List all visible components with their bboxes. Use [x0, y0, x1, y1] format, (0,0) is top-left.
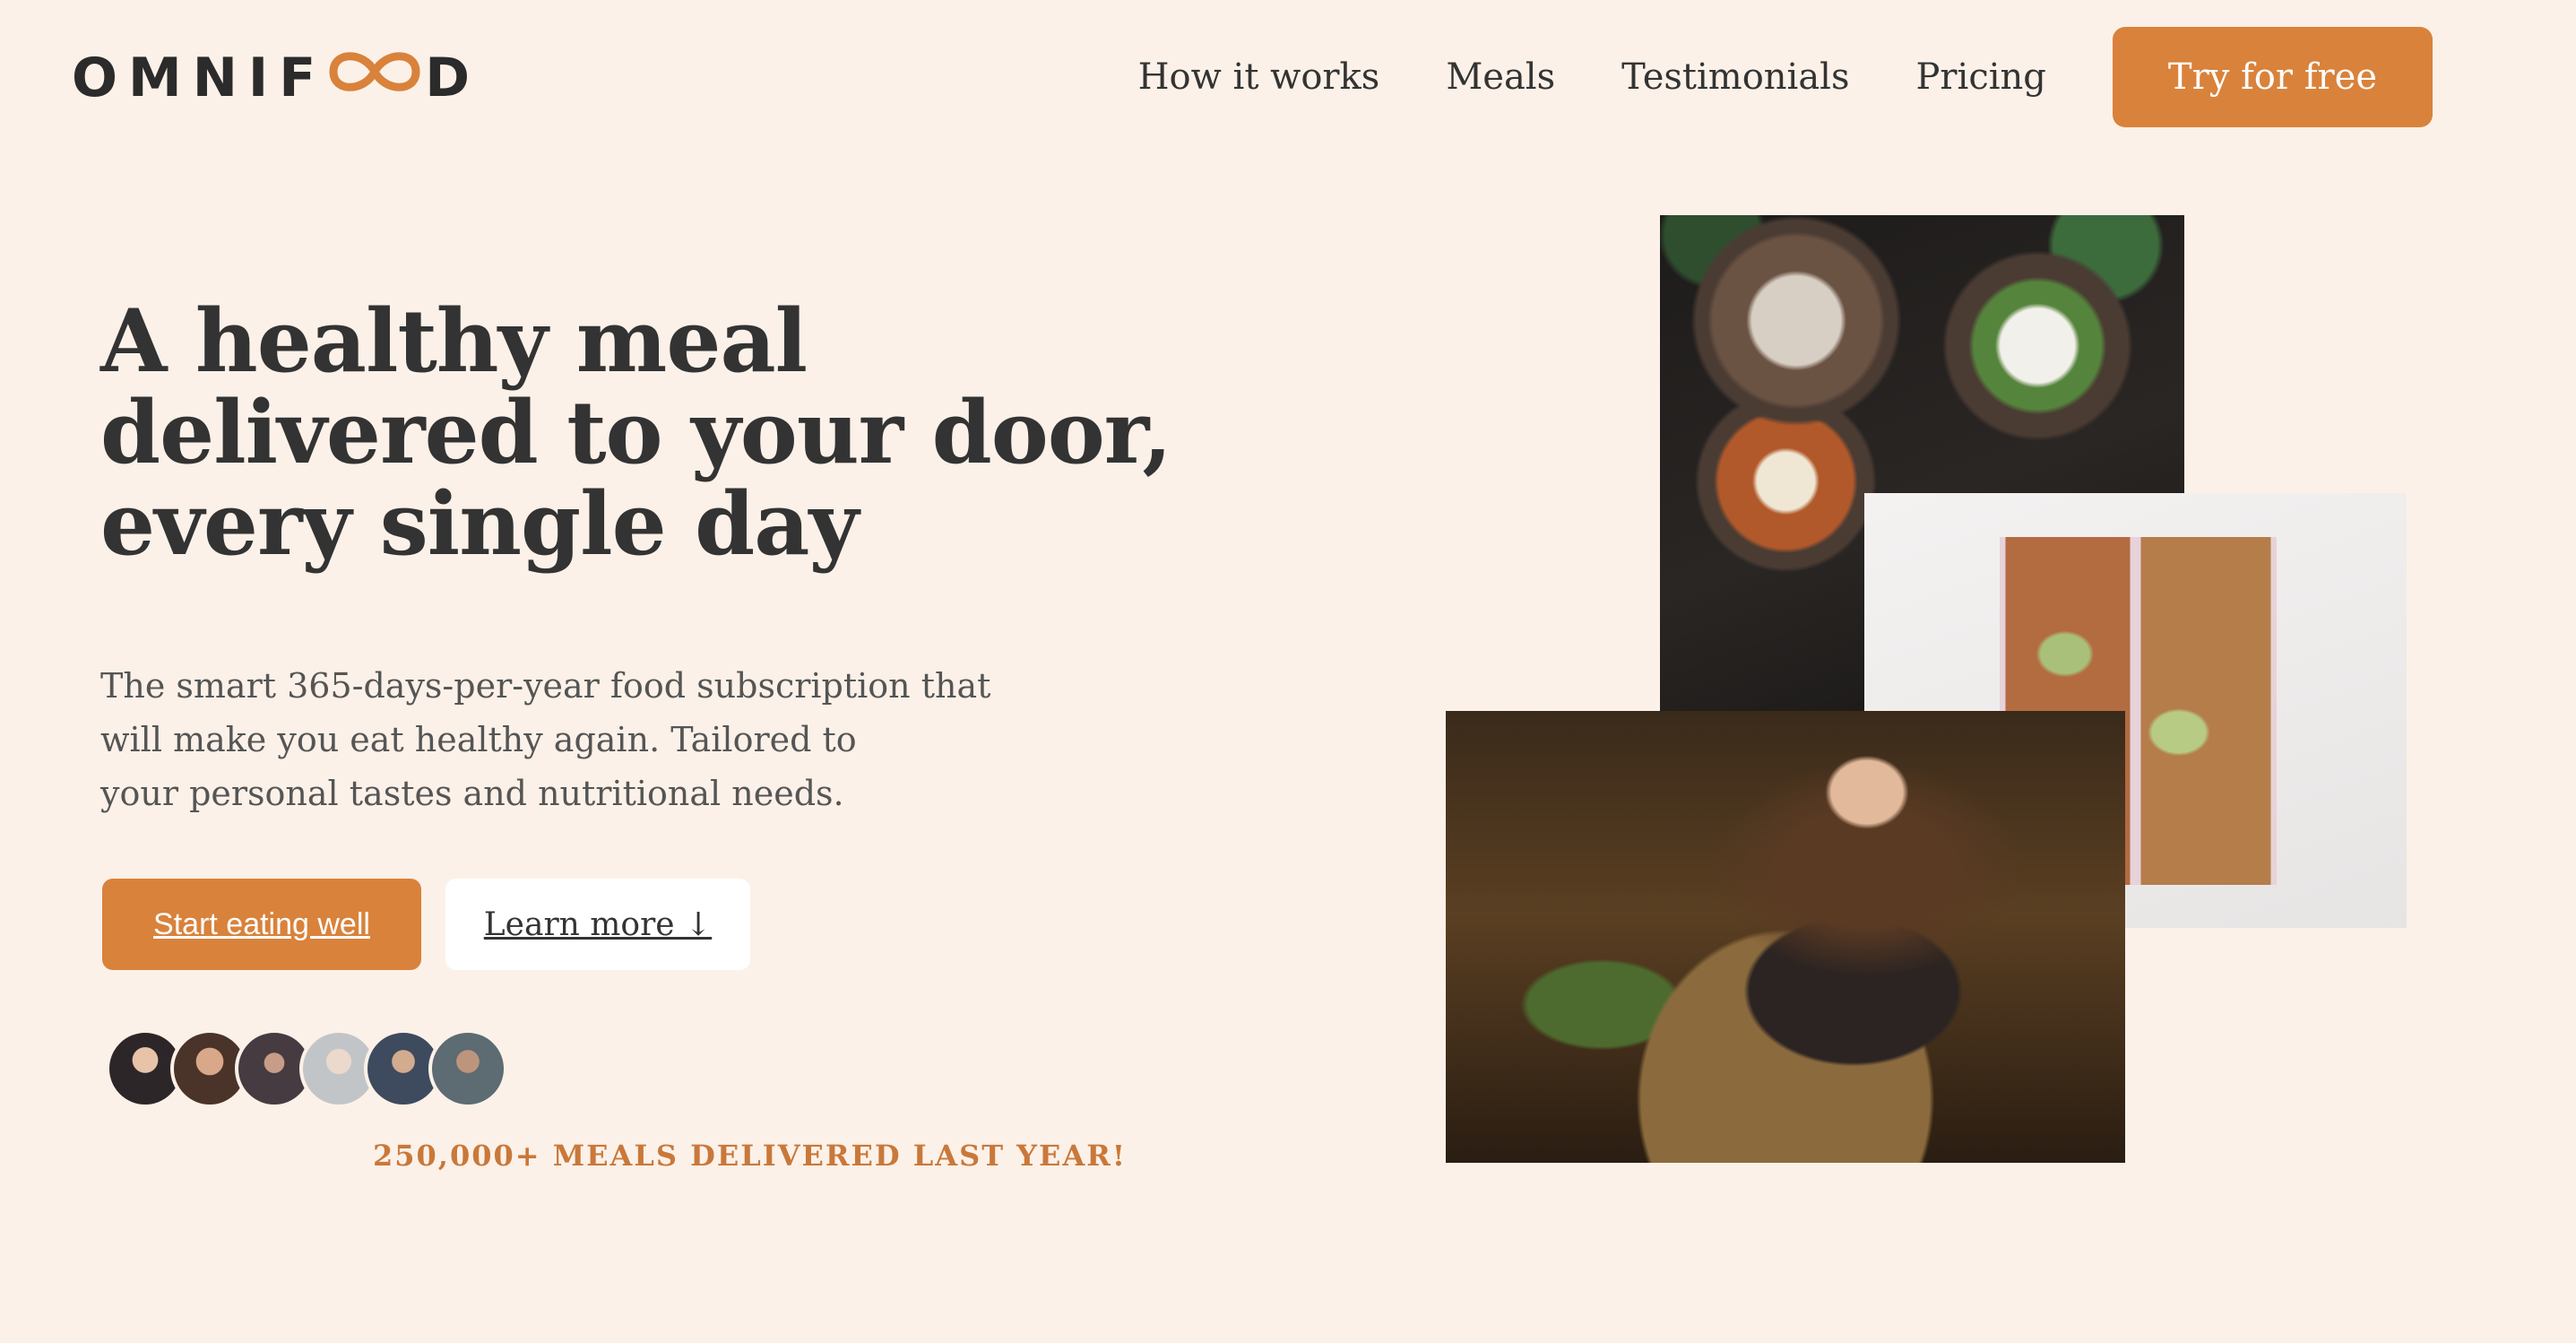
headline-line-2: delivered to your door, [100, 382, 1172, 483]
main-nav: How it works Meals Testimonials Pricing … [1072, 27, 2433, 127]
meals-delivered-text: 250,000+ MEALS DELIVERED LAST YEAR! [373, 1139, 1127, 1173]
omnifood-logo[interactable]: OMNIF D [72, 47, 480, 109]
learn-more-button[interactable]: Learn more ↓ [445, 879, 750, 970]
start-eating-well-button[interactable]: Start eating well [102, 879, 421, 970]
try-for-free-button[interactable]: Try for free [2112, 27, 2433, 127]
logo-text-left: OMNIF [72, 47, 327, 109]
infinity-icon [328, 47, 421, 109]
logo-text-right: D [425, 47, 481, 109]
nav-pricing[interactable]: Pricing [1916, 56, 2046, 98]
nav-meals[interactable]: Meals [1446, 56, 1555, 98]
description-line-1: The smart 365-days-per-year food subscri… [100, 666, 991, 706]
avatar [428, 1029, 507, 1108]
hero-headline: A healthy meal delivered to your door, e… [100, 296, 1176, 570]
woman-eating-photo [1446, 711, 2125, 1163]
description-line-2: will make you eat healthy again. Tailore… [100, 720, 857, 759]
customer-avatars [106, 1029, 507, 1108]
nav-how-it-works[interactable]: How it works [1138, 56, 1380, 98]
headline-line-3: every single day [100, 473, 859, 575]
nav-testimonials[interactable]: Testimonials [1621, 56, 1849, 98]
hero-description: The smart 365-days-per-year food subscri… [100, 659, 991, 820]
description-line-3: your personal tastes and nutritional nee… [100, 774, 844, 813]
headline-line-1: A healthy meal [100, 290, 808, 392]
landing-page: OMNIF D How it works Meals Testimonials … [0, 0, 2576, 1343]
